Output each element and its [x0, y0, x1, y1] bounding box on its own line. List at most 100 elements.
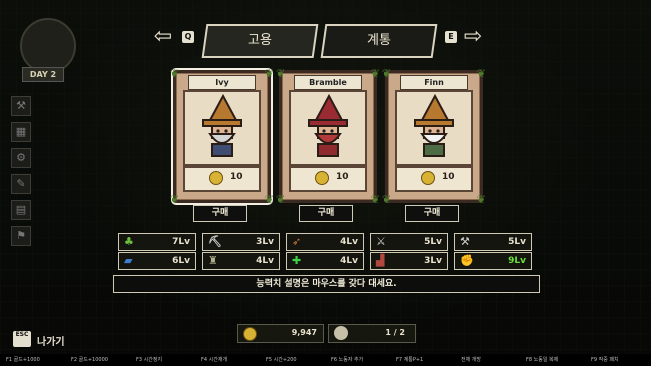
stat-cell[interactable]: ✊ 9Lv	[454, 252, 532, 270]
bow-icon: ➶	[292, 235, 302, 248]
tool-icon-3[interactable]: ⚙	[11, 148, 31, 168]
hero-name: Ivy	[188, 75, 256, 90]
vine-corner-icon: ❦	[476, 67, 486, 80]
vine-corner-icon: ❦	[382, 67, 392, 80]
day-label: DAY 2	[22, 67, 64, 82]
stat-cell[interactable]: ➶ 4Lv	[286, 233, 364, 251]
vine-corner-icon: ❦	[370, 67, 380, 80]
debug-hotkey-label: F2 골드+10000	[71, 357, 108, 363]
buy-button[interactable]: 구매	[193, 205, 247, 222]
tool-icon-1[interactable]: ⚒	[11, 96, 31, 116]
stat-cell[interactable]: ⛏ 3Lv	[202, 233, 280, 251]
debug-hotkey-bar: F1 골드+1000 F2 골드+10000 F3 시간정지 F4 시간재개 F5 시간…	[0, 354, 651, 366]
worker-head-icon	[334, 326, 348, 340]
tab-right-key: E	[445, 31, 457, 43]
gold-amount: 9,947	[291, 328, 317, 337]
debug-hotkey-label: F6 노동자 추가	[331, 357, 364, 363]
hero-portrait	[183, 90, 261, 166]
tab-right-arrow-icon[interactable]: ⇨	[463, 26, 483, 48]
heal-cross-icon: ✚	[292, 254, 302, 267]
gold-coin-icon	[209, 171, 223, 185]
sword-icon: ⚔	[376, 235, 386, 248]
pickaxe-icon: ⛏	[208, 235, 222, 248]
stat-level: 4Lv	[256, 256, 274, 266]
vine-corner-icon: ❦	[370, 193, 380, 206]
stat-level: 4Lv	[340, 256, 358, 266]
debug-hotkey-label: F1 골드+1000	[6, 357, 40, 363]
stat-cell[interactable]: ✚ 4Lv	[286, 252, 364, 270]
hero-name: Finn	[400, 75, 468, 90]
stat-level: 6Lv	[172, 256, 190, 266]
tab-hire[interactable]: 고용	[201, 24, 319, 58]
vine-corner-icon: ❦	[276, 67, 286, 80]
sprout-icon: ♣	[124, 235, 134, 248]
tab-lineage-label: 계통	[367, 33, 391, 48]
buy-button[interactable]: 구매	[299, 205, 353, 222]
debug-hotkey-label: F4 시간재개	[201, 357, 228, 363]
tool-icon-5[interactable]: ▤	[11, 200, 31, 220]
hero-card[interactable]: Ivy 10 ❦ ❦ ❦ ❦	[170, 67, 274, 206]
vine-corner-icon: ❦	[170, 67, 180, 80]
strength-arm-icon: ✊	[460, 254, 474, 267]
vine-corner-icon: ❦	[476, 193, 486, 206]
stat-cell[interactable]: ♜ 4Lv	[202, 252, 280, 270]
tab-left-key: Q	[182, 31, 194, 43]
hero-price: 10	[230, 172, 243, 182]
buy-button[interactable]: 구매	[405, 205, 459, 222]
boot-icon: ▟	[376, 254, 385, 267]
stat-description-hint: 능력치 설명은 마우스를 갖다 대세요.	[113, 275, 540, 293]
tab-left-arrow-icon[interactable]: ⇦	[153, 26, 173, 48]
tab-hire-label: 고용	[248, 33, 272, 48]
stat-cell[interactable]: ⚔ 5Lv	[370, 233, 448, 251]
party-count: 1 / 2	[385, 328, 405, 337]
hero-name: Bramble	[294, 75, 362, 90]
debug-hotkey-label: F7 계통P+1	[396, 357, 424, 363]
debug-hotkey-label: F3 시간정지	[136, 357, 163, 363]
side-toolbar: ⚒ ▦ ⚙ ✎ ▤ ⚑	[11, 96, 31, 252]
debug-hotkey-label: 전체 개방	[461, 357, 481, 363]
tool-icon-4[interactable]: ✎	[11, 174, 31, 194]
stat-level: 9Lv	[508, 256, 526, 266]
book-icon: ▰	[124, 254, 133, 267]
vine-corner-icon: ❦	[276, 193, 286, 206]
gnome-portrait-icon	[202, 93, 242, 157]
stat-cell[interactable]: ▟ 3Lv	[370, 252, 448, 270]
hero-price-box: 10	[183, 166, 261, 192]
hero-card[interactable]: Bramble 10 ❦ ❦ ❦ ❦	[276, 67, 380, 206]
stat-level: 7Lv	[172, 237, 190, 247]
resource-bar: 9,947 1 / 2	[237, 324, 416, 343]
gold-coin-icon	[243, 327, 257, 341]
hero-portrait	[289, 90, 367, 166]
debug-hotkey-label: F5 시간+200	[266, 357, 297, 363]
vine-corner-icon: ❦	[264, 67, 274, 80]
vine-corner-icon: ❦	[264, 193, 274, 206]
debug-hotkey-label: F8 노동일 복제	[526, 357, 559, 363]
gold-coin-icon	[421, 171, 435, 185]
debug-hotkey-label: F9 작중 패치	[591, 357, 619, 363]
stat-level: 4Lv	[340, 237, 358, 247]
gnome-portrait-icon	[308, 93, 348, 157]
tab-lineage[interactable]: 계통	[320, 24, 438, 58]
vine-corner-icon: ❦	[382, 193, 392, 206]
hero-card[interactable]: Finn 10 ❦ ❦ ❦ ❦	[382, 67, 486, 206]
gnome-portrait-icon	[414, 93, 454, 157]
stat-level: 5Lv	[424, 237, 442, 247]
stat-level: 3Lv	[424, 256, 442, 266]
stat-level: 5Lv	[508, 237, 526, 247]
stat-level: 3Lv	[256, 237, 274, 247]
esc-key-icon: ESC	[13, 331, 31, 347]
stat-cell[interactable]: ⚒ 5Lv	[454, 233, 532, 251]
tool-icon-6[interactable]: ⚑	[11, 226, 31, 246]
hero-price-box: 10	[395, 166, 473, 192]
party-counter: 1 / 2	[328, 324, 416, 343]
hero-price-box: 10	[289, 166, 367, 192]
hero-portrait	[395, 90, 473, 166]
stat-cell[interactable]: ♣ 7Lv	[118, 233, 196, 251]
bag-icon: ♜	[208, 254, 218, 267]
day-clock-emblem	[20, 18, 76, 74]
gold-coin-icon	[315, 171, 329, 185]
exit-label: 나가기	[37, 337, 65, 348]
hero-price: 10	[442, 172, 455, 182]
tool-icon-2[interactable]: ▦	[11, 122, 31, 142]
stat-cell[interactable]: ▰ 6Lv	[118, 252, 196, 270]
